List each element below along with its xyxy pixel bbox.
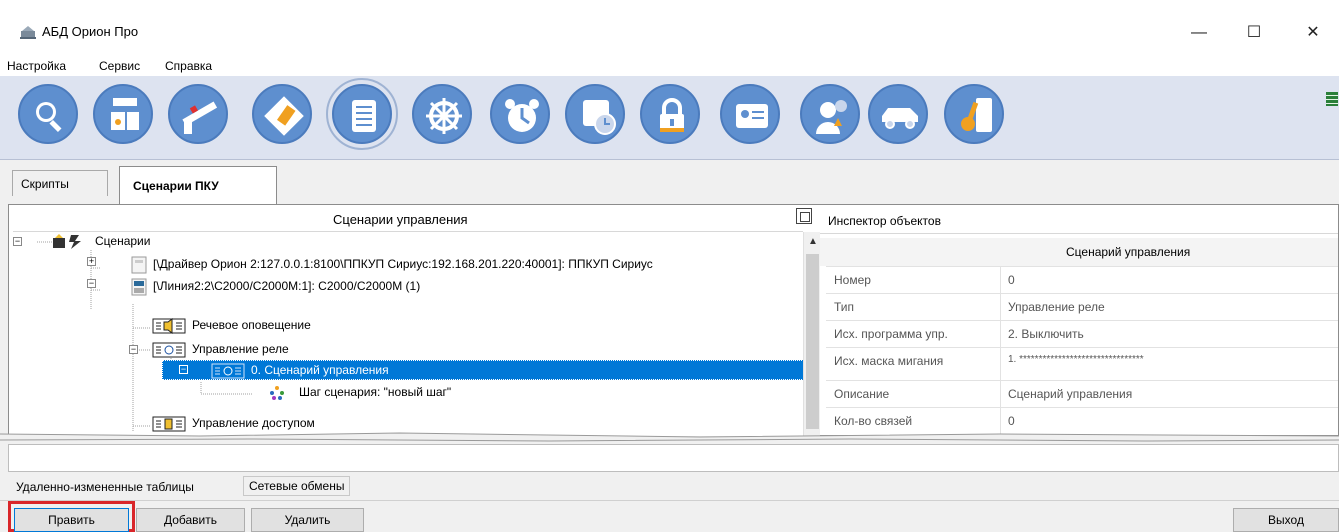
menu-bar: Настройка Сервис Справка [0, 56, 1339, 76]
controller-icon [131, 278, 147, 296]
map-icon[interactable] [252, 84, 312, 144]
menu-settings[interactable]: Настройка [7, 59, 66, 73]
car-icon[interactable] [868, 84, 928, 144]
app-logo-icon [20, 26, 36, 39]
tree-collapse-toggle[interactable]: − [129, 345, 138, 354]
scenario-folder-icon [53, 234, 81, 249]
id-card-icon[interactable] [720, 84, 780, 144]
list-icon[interactable] [326, 78, 398, 150]
prop-row-control-program[interactable]: Исх. программа упр. 2. Выключить [826, 320, 1338, 346]
inspector-header: Инспектор объектов [820, 205, 1338, 234]
step-icon [270, 386, 284, 400]
schedule-icon[interactable] [565, 84, 625, 144]
title-bar: АБД Орион Про — ☐ ✕ [0, 0, 1339, 56]
tree-collapse-toggle[interactable]: − [87, 279, 96, 288]
scenario-relay-icon [211, 363, 245, 379]
tab-network-exchanges[interactable]: Сетевые обмены [243, 476, 351, 496]
tree-node-scenarios[interactable]: Сценарии [53, 234, 150, 252]
inspector-column-divider [1000, 266, 1001, 436]
tab-strip: Скрипты Сценарии ПКУ [0, 160, 1339, 204]
barrier-icon[interactable] [168, 84, 228, 144]
lower-panel [8, 444, 1339, 472]
tree-collapse-toggle[interactable]: − [179, 365, 188, 374]
key-icon[interactable] [944, 84, 1004, 144]
search-icon[interactable] [18, 84, 78, 144]
prop-row-description[interactable]: Описание Сценарий управления [826, 380, 1338, 406]
tree-node-scenario-step[interactable]: Шаг сценария: "новый шаг" [269, 385, 451, 403]
copy-icon[interactable] [796, 208, 812, 224]
add-button[interactable]: Добавить [136, 508, 245, 532]
prop-row-type[interactable]: Тип Управление реле [826, 293, 1338, 319]
window-title: АБД Орион Про [42, 24, 139, 39]
scroll-up-icon[interactable]: ▲ [808, 236, 818, 247]
scrollbar-thumb[interactable] [806, 254, 819, 429]
tree-header: Сценарии управления [13, 205, 803, 232]
relay-icon [152, 342, 186, 358]
tree-node-driver[interactable]: [\Драйвер Орион 2:127.0.0.1:8100\ППКУП С… [131, 256, 653, 274]
menu-service[interactable]: Сервис [99, 59, 140, 73]
delete-button[interactable]: Удалить [251, 508, 364, 532]
close-button[interactable]: ✕ [1290, 14, 1336, 52]
torn-edge-divider [0, 432, 1339, 444]
helm-icon[interactable] [412, 84, 472, 144]
exit-button[interactable]: Выход [1233, 508, 1339, 532]
tree-header-label: Сценарии управления [333, 212, 468, 227]
toolbar [0, 76, 1339, 160]
inspector-subheader: Сценарий управления [820, 238, 1338, 266]
person-icon[interactable] [800, 84, 860, 144]
maximize-button[interactable]: ☐ [1231, 14, 1277, 52]
tree-scrollbar[interactable]: ▲ [803, 232, 820, 436]
scenario-tree: − Сценарии + [\Драйвер Орион 2:127.0.0.1… [13, 232, 803, 436]
tab-remote-changed-tables[interactable]: Удаленно-измененные таблицы [16, 480, 194, 500]
alarm-clock-icon[interactable] [490, 84, 550, 144]
prop-row-number[interactable]: Номер 0 [826, 266, 1338, 292]
edit-button[interactable]: Править [14, 508, 129, 532]
prop-row-blink-mask[interactable]: Исх. маска мигания 1. ******************… [826, 347, 1338, 373]
grid-view-icon[interactable] [1326, 92, 1338, 106]
inspector-subtitle: Сценарий управления [1066, 245, 1191, 259]
tree-node-control-scenario[interactable]: 0. Сценарий управления [211, 363, 389, 381]
tree-collapse-toggle[interactable]: − [13, 237, 22, 246]
minimize-button[interactable]: — [1176, 14, 1222, 52]
tree-expand-toggle[interactable]: + [87, 257, 96, 266]
lock-icon[interactable] [640, 84, 700, 144]
inspector-title: Инспектор объектов [828, 214, 941, 228]
tab-pku-scenarios[interactable]: Сценарии ПКУ [119, 166, 277, 204]
device-icon [131, 256, 147, 274]
menu-help[interactable]: Справка [165, 59, 212, 73]
voice-alert-icon [152, 318, 186, 334]
devices-icon[interactable] [93, 84, 153, 144]
tree-node-voice-alert[interactable]: Речевое оповещение [152, 318, 311, 336]
tree-node-line[interactable]: [\Линия2:2\С2000/С2000М:1]: С2000/С2000М… [131, 278, 420, 296]
tree-node-relay-control[interactable]: Управление реле [152, 342, 289, 360]
tab-scripts[interactable]: Скрипты [12, 170, 108, 196]
